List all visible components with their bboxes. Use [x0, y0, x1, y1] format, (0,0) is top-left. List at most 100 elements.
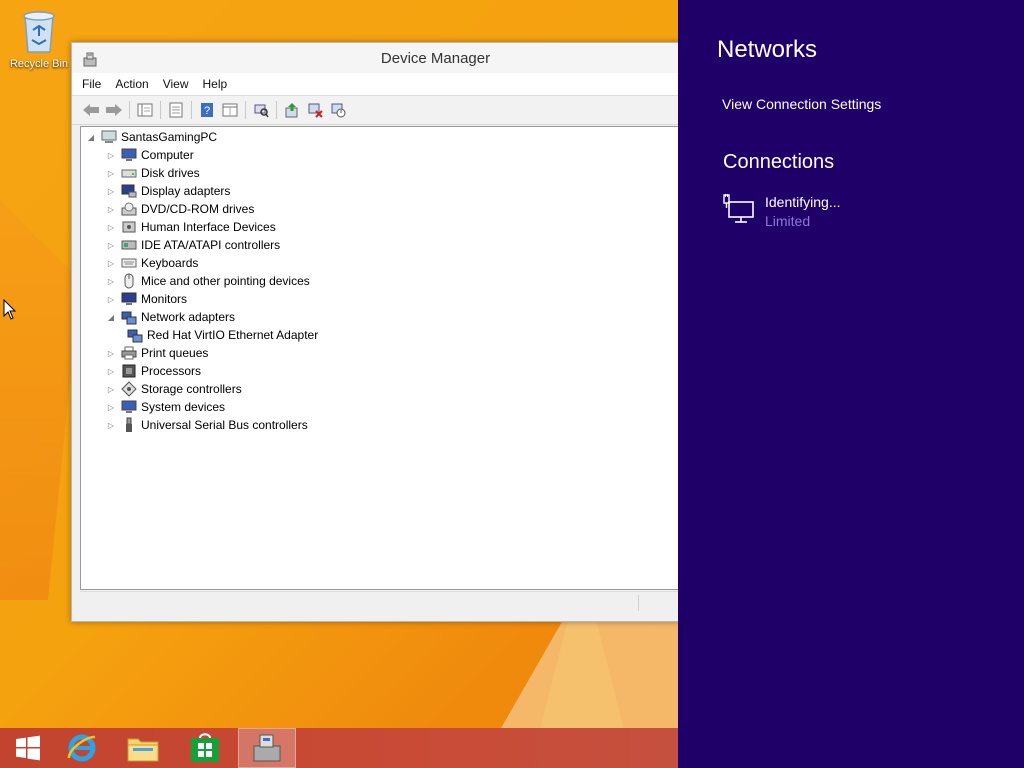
universal-serial-bus-controllers-icon — [121, 417, 137, 433]
collapse-arrow-icon[interactable]: ◢ — [85, 133, 97, 142]
device-category[interactable]: ◢ Network adapters — [105, 308, 235, 326]
expand-arrow-icon[interactable]: ▷ — [105, 295, 117, 304]
back-button[interactable] — [82, 101, 100, 119]
device-label: Disk drives — [141, 166, 200, 180]
computer-icon — [121, 147, 137, 163]
show-hide-console-tree-button[interactable] — [136, 101, 154, 119]
properties-button[interactable] — [167, 101, 185, 119]
toolbar-separator — [160, 101, 161, 119]
back-arrow-icon — [83, 104, 99, 116]
view-button[interactable] — [221, 101, 239, 119]
networks-title: Networks — [717, 36, 818, 63]
desktop-wallpaper-shape — [0, 200, 80, 600]
connection-status: Limited — [765, 213, 811, 229]
internet-explorer-taskbar-button[interactable] — [54, 728, 110, 768]
view-connection-settings-link[interactable]: View Connection Settings — [722, 96, 881, 112]
toolbar-separator — [129, 101, 130, 119]
device-label: Monitors — [141, 292, 188, 306]
device-category[interactable]: ▷ Universal Serial Bus controllers — [105, 416, 308, 434]
update-driver-button[interactable] — [283, 101, 301, 119]
device-label: Display adapters — [141, 184, 231, 198]
store-taskbar-button[interactable] — [177, 728, 233, 768]
expand-arrow-icon[interactable]: ▷ — [105, 385, 117, 394]
device-label: Storage controllers — [141, 382, 242, 396]
device-label: IDE ATA/ATAPI controllers — [141, 238, 281, 252]
help-icon: ? — [201, 103, 213, 117]
toolbar: ? — [72, 96, 679, 125]
mouse-cursor-icon — [3, 299, 17, 320]
device-category[interactable]: ▷ Display adapters — [105, 182, 230, 200]
update-driver-icon — [285, 103, 298, 118]
expand-arrow-icon[interactable]: ▷ — [105, 151, 117, 160]
device-manager-icon — [253, 734, 281, 762]
dvd-cd-rom-drives-icon — [121, 201, 137, 217]
device-category[interactable]: ▷ Monitors — [105, 290, 187, 308]
expand-arrow-icon[interactable]: ▷ — [105, 403, 117, 412]
file-explorer-icon — [127, 738, 159, 762]
device-manager-window[interactable]: Device Manager File Action View Help ? ◢… — [71, 42, 680, 622]
title-bar[interactable]: Device Manager — [72, 43, 679, 73]
expand-arrow-icon[interactable]: ▷ — [105, 223, 117, 232]
device-label: Mice and other pointing devices — [141, 274, 310, 288]
networks-panel: Networks View Connection Settings Connec… — [678, 0, 1024, 768]
print-queues-icon — [121, 345, 137, 361]
menu-bar: File Action View Help — [72, 73, 679, 96]
menu-action[interactable]: Action — [115, 77, 148, 91]
collapse-arrow-icon[interactable]: ◢ — [105, 313, 117, 322]
tree-root[interactable]: ◢ SantasGamingPC — [85, 128, 217, 146]
device-label: Human Interface Devices — [141, 220, 276, 234]
menu-file[interactable]: File — [82, 77, 101, 91]
disable-device-button[interactable] — [329, 101, 347, 119]
keyboards-icon — [121, 255, 137, 271]
expand-arrow-icon[interactable]: ▷ — [105, 187, 117, 196]
start-button[interactable] — [0, 728, 56, 768]
device-category[interactable]: ▷ IDE ATA/ATAPI controllers — [105, 236, 280, 254]
tree-root-label: SantasGamingPC — [121, 130, 218, 144]
expand-arrow-icon[interactable]: ▷ — [105, 259, 117, 268]
expand-arrow-icon[interactable]: ▷ — [105, 277, 117, 286]
help-button[interactable]: ? — [198, 101, 216, 119]
device-item[interactable]: Red Hat VirtIO Ethernet Adapter — [123, 326, 318, 344]
device-category[interactable]: ▷ System devices — [105, 398, 225, 416]
taskbar — [0, 728, 678, 768]
expand-arrow-icon[interactable]: ▷ — [105, 169, 117, 178]
wired-network-icon — [723, 194, 754, 223]
device-label: System devices — [141, 400, 226, 414]
device-category[interactable]: ▷ Keyboards — [105, 254, 198, 272]
expand-arrow-icon[interactable]: ▷ — [105, 205, 117, 214]
device-label: Universal Serial Bus controllers — [141, 418, 308, 432]
toolbar-separator — [245, 101, 246, 119]
device-manager-taskbar-button[interactable] — [238, 728, 296, 768]
uninstall-device-button[interactable] — [306, 101, 324, 119]
recycle-bin-label: Recycle Bin — [9, 58, 69, 70]
menu-help[interactable]: Help — [203, 77, 228, 91]
device-category[interactable]: ▷ Human Interface Devices — [105, 218, 276, 236]
file-explorer-taskbar-button[interactable] — [115, 728, 171, 768]
device-label: Network adapters — [141, 310, 236, 324]
forward-button[interactable] — [105, 101, 123, 119]
device-category[interactable]: ▷ Disk drives — [105, 164, 200, 182]
toolbar-separator — [191, 101, 192, 119]
recycle-bin-desktop-icon[interactable]: Recycle Bin — [6, 6, 72, 70]
device-category[interactable]: ▷ Processors — [105, 362, 201, 380]
device-tree[interactable]: ◢ SantasGamingPC ▷ Computer ▷ Disk drives ▷ D… — [80, 126, 680, 590]
menu-view[interactable]: View — [163, 77, 189, 91]
device-category[interactable]: ▷ Print queues — [105, 344, 208, 362]
expand-arrow-icon[interactable]: ▷ — [105, 367, 117, 376]
expand-arrow-icon[interactable]: ▷ — [105, 241, 117, 250]
device-category[interactable]: ▷ Computer — [105, 146, 194, 164]
device-label: Computer — [141, 148, 194, 162]
scan-hardware-button[interactable] — [252, 101, 270, 119]
device-label: DVD/CD-ROM drives — [141, 202, 255, 216]
expand-arrow-icon[interactable]: ▷ — [105, 349, 117, 358]
device-category[interactable]: ▷ Storage controllers — [105, 380, 242, 398]
view-icon — [222, 103, 238, 117]
connections-heading: Connections — [723, 151, 835, 173]
red-hat-virtio-ethernet-adapter-icon — [127, 327, 143, 343]
connection-item[interactable]: Identifying... Limited — [723, 194, 841, 229]
device-category[interactable]: ▷ DVD/CD-ROM drives — [105, 200, 254, 218]
device-category[interactable]: ▷ Mice and other pointing devices — [105, 272, 310, 290]
expand-arrow-icon[interactable]: ▷ — [105, 421, 117, 430]
status-bar-divider — [638, 595, 639, 611]
disk-drives-icon — [121, 165, 137, 181]
